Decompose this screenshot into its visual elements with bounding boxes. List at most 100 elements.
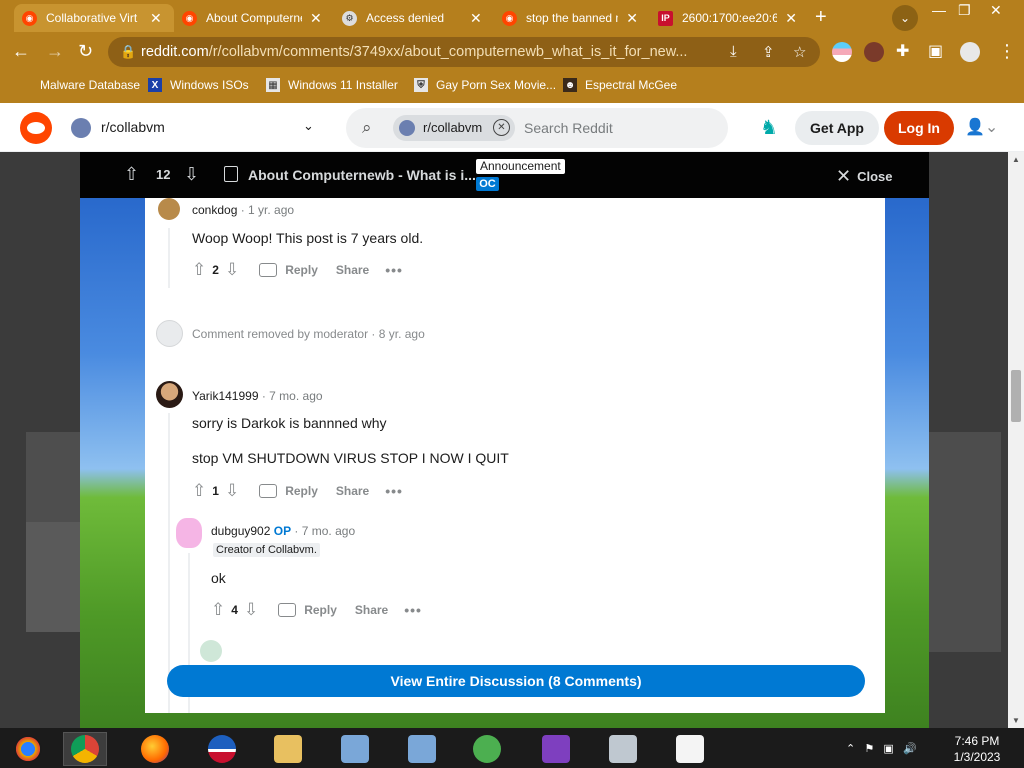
forward-icon[interactable]: → [46, 41, 64, 62]
file-explorer-taskbar-icon[interactable] [266, 732, 310, 766]
share-button[interactable]: Share [355, 603, 388, 617]
subreddit-icon [71, 118, 91, 138]
comment-author[interactable]: conkdog [192, 203, 237, 217]
browser-menu-icon[interactable]: ⋮ [998, 41, 1016, 62]
extensions-puzzle-icon[interactable]: ✚ [896, 41, 909, 61]
view-entire-discussion-button[interactable]: View Entire Discussion (8 Comments) [167, 665, 865, 697]
close-tab-icon[interactable]: ✕ [310, 10, 322, 27]
subreddit-name[interactable]: r/collabvm [101, 119, 165, 135]
tab-search-chevron-icon[interactable]: ⌄ [892, 5, 918, 31]
avatar[interactable] [156, 381, 183, 408]
task-manager-taskbar-icon[interactable] [601, 732, 645, 766]
close-tab-icon[interactable]: ✕ [785, 10, 797, 27]
share-button[interactable]: Share [336, 484, 369, 498]
remote-desktop-taskbar-icon-2[interactable] [400, 732, 444, 766]
avatar[interactable] [176, 518, 202, 548]
start-button[interactable] [6, 732, 50, 766]
image-icon: ▦ [266, 78, 280, 92]
snoo-icon[interactable]: ♞ [760, 115, 778, 140]
share-page-icon[interactable]: ⇪ [762, 43, 775, 61]
back-icon[interactable]: ← [12, 41, 30, 62]
chrome-taskbar-icon[interactable] [63, 732, 107, 766]
post-title[interactable]: About Computernewb - What is i... [248, 167, 476, 183]
downvote-icon[interactable]: ⇩ [225, 481, 239, 501]
search-scope-chip[interactable]: r/collabvm ✕ [393, 115, 515, 141]
scroll-down-icon[interactable]: ▼ [1012, 716, 1020, 725]
address-bar[interactable]: 🔒 reddit.com/r/collabvm/comments/3749xx/… [108, 37, 820, 67]
bookmark-espectral-mcgee[interactable]: ☻ Espectral McGee [563, 78, 677, 92]
firefox-taskbar-icon[interactable] [133, 732, 177, 766]
search-input[interactable]: ⌕ r/collabvm ✕ Search Reddit [346, 108, 728, 148]
reply-button[interactable]: Reply [285, 263, 318, 277]
page-scrollbar[interactable]: ▲ ▼ [1008, 152, 1024, 728]
bookmark-movie[interactable]: ⛨ Gay Porn Sex Movie... [414, 78, 556, 92]
comment-author[interactable]: dubguy902 [211, 524, 270, 538]
extension-avatar-icon[interactable] [864, 42, 884, 62]
thread-line[interactable] [168, 413, 170, 713]
reddit-header: r/collabvm ⌄ ⌕ r/collabvm ✕ Search Reddi… [0, 103, 1024, 152]
extension-flag-icon[interactable] [832, 42, 852, 62]
browser-tab-4[interactable]: ◉ stop the banned m ✕ [494, 4, 646, 32]
side-panel-icon[interactable]: ▣ [928, 41, 943, 61]
close-button[interactable]: ✕ Close [836, 166, 893, 187]
upvote-icon[interactable]: ⇧ [124, 164, 139, 185]
browser-tab-2[interactable]: ◉ About Computerne ✕ [174, 4, 334, 32]
windows-taskbar: ⌃ ⚑ ▣ 🔊 7:46 PM 1/3/2023 [0, 728, 1024, 768]
upvote-icon[interactable]: ⇧ [211, 600, 225, 620]
install-app-icon[interactable]: ⤓ [730, 43, 737, 60]
notepad-taskbar-icon[interactable] [668, 732, 712, 766]
close-tab-icon[interactable]: ✕ [626, 10, 638, 27]
avatar[interactable] [200, 640, 222, 662]
network-users-taskbar-icon[interactable] [465, 732, 509, 766]
reply-button[interactable]: Reply [285, 484, 318, 498]
browser-tab-5[interactable]: IP 2600:1700:ee20:6 ✕ [650, 4, 805, 32]
comment-time: · 7 mo. ago [294, 524, 356, 538]
upvote-icon[interactable]: ⇧ [192, 260, 206, 280]
browser-tab-1[interactable]: ◉ Collaborative Virt ✕ [14, 4, 174, 32]
minimize-icon[interactable]: — [932, 2, 946, 18]
browser-toolbar: ← → ↻ 🔒 reddit.com/r/collabvm/comments/3… [0, 34, 1024, 70]
subreddit-icon [399, 120, 415, 136]
scroll-up-icon[interactable]: ▲ [1012, 155, 1020, 164]
reply-button[interactable]: Reply [304, 603, 337, 617]
obama-logo-taskbar-icon[interactable] [200, 732, 244, 766]
get-app-button[interactable]: Get App [795, 111, 879, 145]
new-tab-button[interactable]: + [815, 6, 827, 29]
visual-studio-taskbar-icon[interactable] [534, 732, 578, 766]
bookmark-malware-database[interactable]: Malware Database [18, 78, 140, 92]
restore-icon[interactable]: ❐ [958, 2, 971, 19]
thread-line[interactable] [168, 228, 170, 288]
upvote-icon[interactable]: ⇧ [192, 481, 206, 501]
comment-author[interactable]: Yarik141999 [192, 389, 259, 403]
window-close-icon[interactable]: ✕ [990, 2, 1002, 19]
more-options-icon[interactable]: ••• [404, 602, 422, 618]
clear-scope-icon[interactable]: ✕ [493, 119, 510, 136]
more-options-icon[interactable]: ••• [385, 262, 403, 278]
reddit-logo-icon[interactable] [20, 112, 52, 144]
browser-tab-3[interactable]: ⚙ Access denied ✕ [334, 4, 494, 32]
bookmarks-bar: Malware Database X Windows ISOs ▦ Windows … [0, 70, 1024, 103]
ip-favicon-icon: IP [658, 10, 673, 26]
login-button[interactable]: Log In [884, 111, 954, 145]
user-menu-icon[interactable]: 👤⌄ [965, 117, 998, 137]
more-options-icon[interactable]: ••• [385, 483, 403, 499]
remote-desktop-taskbar-icon[interactable] [333, 732, 377, 766]
taskbar-clock[interactable]: 7:46 PM 1/3/2023 [946, 733, 1008, 765]
profile-icon[interactable] [960, 42, 980, 62]
text-post-icon [224, 166, 238, 182]
bookmark-windows-11-installer[interactable]: ▦ Windows 11 Installer [266, 78, 398, 92]
share-button[interactable]: Share [336, 263, 369, 277]
downvote-icon[interactable]: ⇩ [244, 600, 258, 620]
avatar[interactable] [158, 198, 180, 220]
scrollbar-thumb[interactable] [1011, 370, 1021, 422]
close-tab-icon[interactable]: ✕ [470, 10, 482, 27]
close-tab-icon[interactable]: ✕ [150, 10, 162, 27]
bookmark-star-icon[interactable]: ☆ [793, 43, 806, 61]
clock-time: 7:46 PM [954, 734, 1000, 748]
downvote-icon[interactable]: ⇩ [184, 164, 199, 185]
downvote-icon[interactable]: ⇩ [225, 260, 239, 280]
system-tray[interactable]: ⌃ ⚑ ▣ 🔊 [846, 742, 917, 755]
chevron-down-icon[interactable]: ⌄ [303, 118, 314, 134]
bookmark-windows-isos[interactable]: X Windows ISOs [148, 78, 249, 92]
reload-icon[interactable]: ↻ [78, 41, 93, 62]
